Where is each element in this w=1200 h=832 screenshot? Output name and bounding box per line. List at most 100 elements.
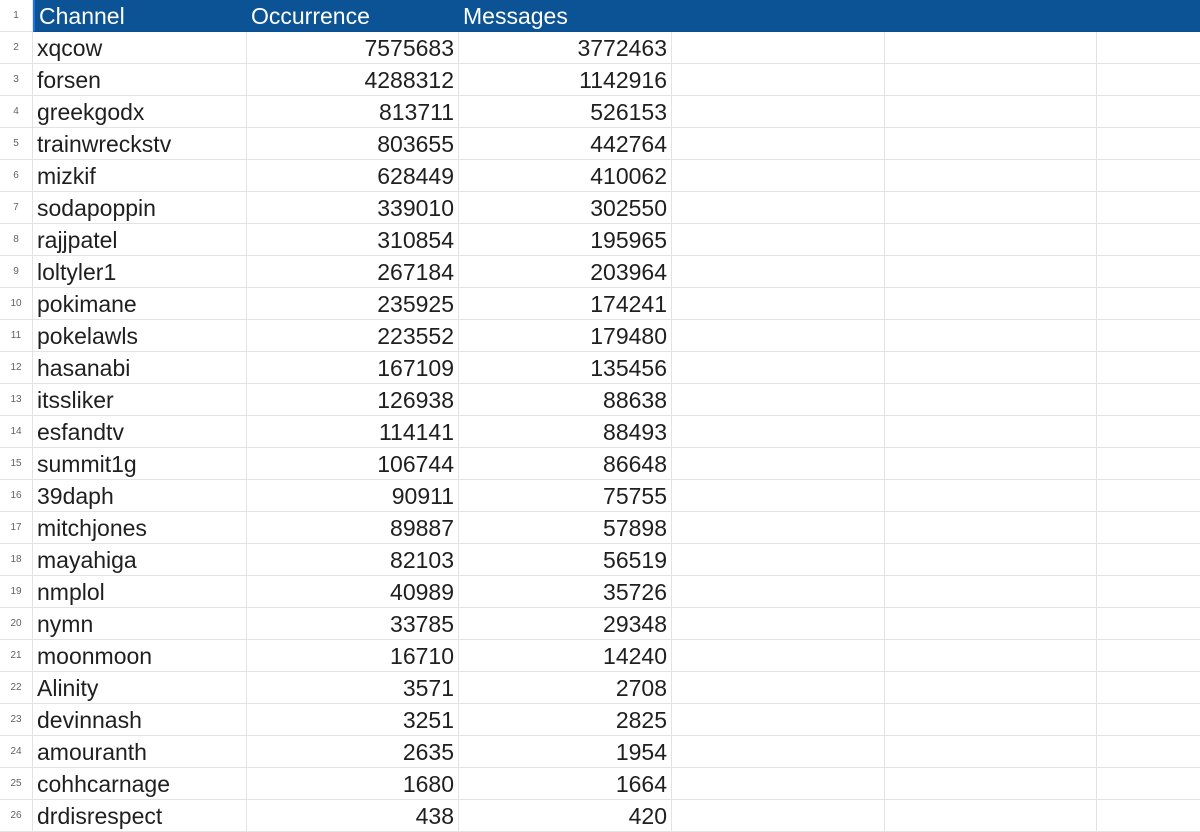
cell-channel[interactable]: summit1g xyxy=(33,448,247,480)
cell-empty[interactable] xyxy=(885,64,1097,96)
row-number[interactable]: 20 xyxy=(0,608,33,640)
cell-channel[interactable]: esfandtv xyxy=(33,416,247,448)
cell-messages[interactable]: 35726 xyxy=(459,576,672,608)
cell-empty[interactable] xyxy=(672,480,885,512)
header-cell-messages[interactable]: Messages xyxy=(459,0,672,32)
cell-occurrence[interactable]: 114141 xyxy=(247,416,459,448)
cell-empty[interactable] xyxy=(672,192,885,224)
cell-channel[interactable]: cohhcarnage xyxy=(33,768,247,800)
cell-messages[interactable]: 29348 xyxy=(459,608,672,640)
cell-empty[interactable] xyxy=(672,256,885,288)
cell-empty[interactable] xyxy=(1097,160,1200,192)
cell-channel[interactable]: devinnash xyxy=(33,704,247,736)
cell-occurrence[interactable]: 126938 xyxy=(247,384,459,416)
cell-empty[interactable] xyxy=(1097,544,1200,576)
cell-empty[interactable] xyxy=(672,800,885,832)
cell-channel[interactable]: rajjpatel xyxy=(33,224,247,256)
cell-empty[interactable] xyxy=(1097,320,1200,352)
cell-occurrence[interactable]: 167109 xyxy=(247,352,459,384)
row-number[interactable]: 18 xyxy=(0,544,33,576)
cell-messages[interactable]: 174241 xyxy=(459,288,672,320)
cell-occurrence[interactable]: 106744 xyxy=(247,448,459,480)
cell-empty[interactable] xyxy=(672,512,885,544)
row-number[interactable]: 2 xyxy=(0,32,33,64)
cell-channel[interactable]: xqcow xyxy=(33,32,247,64)
cell-empty[interactable] xyxy=(885,704,1097,736)
header-cell-empty-f[interactable] xyxy=(1097,0,1200,32)
cell-empty[interactable] xyxy=(885,384,1097,416)
cell-empty[interactable] xyxy=(1097,352,1200,384)
cell-empty[interactable] xyxy=(1097,576,1200,608)
cell-empty[interactable] xyxy=(1097,416,1200,448)
row-number[interactable]: 15 xyxy=(0,448,33,480)
cell-empty[interactable] xyxy=(1097,448,1200,480)
cell-messages[interactable]: 56519 xyxy=(459,544,672,576)
cell-messages[interactable]: 2825 xyxy=(459,704,672,736)
cell-empty[interactable] xyxy=(672,352,885,384)
cell-channel[interactable]: pokelawls xyxy=(33,320,247,352)
cell-empty[interactable] xyxy=(1097,512,1200,544)
cell-empty[interactable] xyxy=(672,96,885,128)
cell-empty[interactable] xyxy=(672,416,885,448)
cell-empty[interactable] xyxy=(672,128,885,160)
cell-occurrence[interactable]: 2635 xyxy=(247,736,459,768)
cell-channel[interactable]: loltyler1 xyxy=(33,256,247,288)
cell-empty[interactable] xyxy=(672,768,885,800)
cell-empty[interactable] xyxy=(1097,288,1200,320)
cell-channel[interactable]: amouranth xyxy=(33,736,247,768)
cell-empty[interactable] xyxy=(885,544,1097,576)
row-number[interactable]: 13 xyxy=(0,384,33,416)
cell-occurrence[interactable]: 82103 xyxy=(247,544,459,576)
cell-empty[interactable] xyxy=(672,576,885,608)
cell-empty[interactable] xyxy=(672,640,885,672)
cell-messages[interactable]: 420 xyxy=(459,800,672,832)
cell-channel[interactable]: moonmoon xyxy=(33,640,247,672)
cell-empty[interactable] xyxy=(1097,736,1200,768)
cell-channel[interactable]: pokimane xyxy=(33,288,247,320)
cell-empty[interactable] xyxy=(672,704,885,736)
row-number[interactable]: 4 xyxy=(0,96,33,128)
row-number[interactable]: 19 xyxy=(0,576,33,608)
cell-messages[interactable]: 410062 xyxy=(459,160,672,192)
cell-messages[interactable]: 526153 xyxy=(459,96,672,128)
cell-empty[interactable] xyxy=(885,256,1097,288)
cell-messages[interactable]: 14240 xyxy=(459,640,672,672)
header-cell-empty-d[interactable] xyxy=(672,0,885,32)
row-number[interactable]: 23 xyxy=(0,704,33,736)
header-cell-channel[interactable]: Channel xyxy=(33,0,247,32)
cell-occurrence[interactable]: 4288312 xyxy=(247,64,459,96)
cell-messages[interactable]: 203964 xyxy=(459,256,672,288)
row-number[interactable]: 6 xyxy=(0,160,33,192)
cell-occurrence[interactable]: 235925 xyxy=(247,288,459,320)
cell-empty[interactable] xyxy=(1097,192,1200,224)
cell-empty[interactable] xyxy=(885,736,1097,768)
cell-empty[interactable] xyxy=(1097,128,1200,160)
cell-messages[interactable]: 442764 xyxy=(459,128,672,160)
row-number[interactable]: 12 xyxy=(0,352,33,384)
cell-messages[interactable]: 88638 xyxy=(459,384,672,416)
row-number[interactable]: 17 xyxy=(0,512,33,544)
row-number[interactable]: 10 xyxy=(0,288,33,320)
row-number[interactable]: 8 xyxy=(0,224,33,256)
cell-occurrence[interactable]: 1680 xyxy=(247,768,459,800)
cell-empty[interactable] xyxy=(672,544,885,576)
header-cell-occurrence[interactable]: Occurrence xyxy=(247,0,459,32)
cell-messages[interactable]: 57898 xyxy=(459,512,672,544)
cell-occurrence[interactable]: 223552 xyxy=(247,320,459,352)
cell-empty[interactable] xyxy=(1097,384,1200,416)
cell-empty[interactable] xyxy=(885,416,1097,448)
cell-empty[interactable] xyxy=(672,320,885,352)
cell-messages[interactable]: 1664 xyxy=(459,768,672,800)
cell-empty[interactable] xyxy=(885,608,1097,640)
cell-channel[interactable]: drdisrespect xyxy=(33,800,247,832)
cell-empty[interactable] xyxy=(885,672,1097,704)
cell-empty[interactable] xyxy=(1097,800,1200,832)
cell-occurrence[interactable]: 267184 xyxy=(247,256,459,288)
cell-channel[interactable]: 39daph xyxy=(33,480,247,512)
cell-empty[interactable] xyxy=(885,480,1097,512)
cell-empty[interactable] xyxy=(885,800,1097,832)
header-cell-empty-e[interactable] xyxy=(885,0,1097,32)
row-number[interactable]: 5 xyxy=(0,128,33,160)
cell-empty[interactable] xyxy=(885,288,1097,320)
cell-empty[interactable] xyxy=(885,128,1097,160)
